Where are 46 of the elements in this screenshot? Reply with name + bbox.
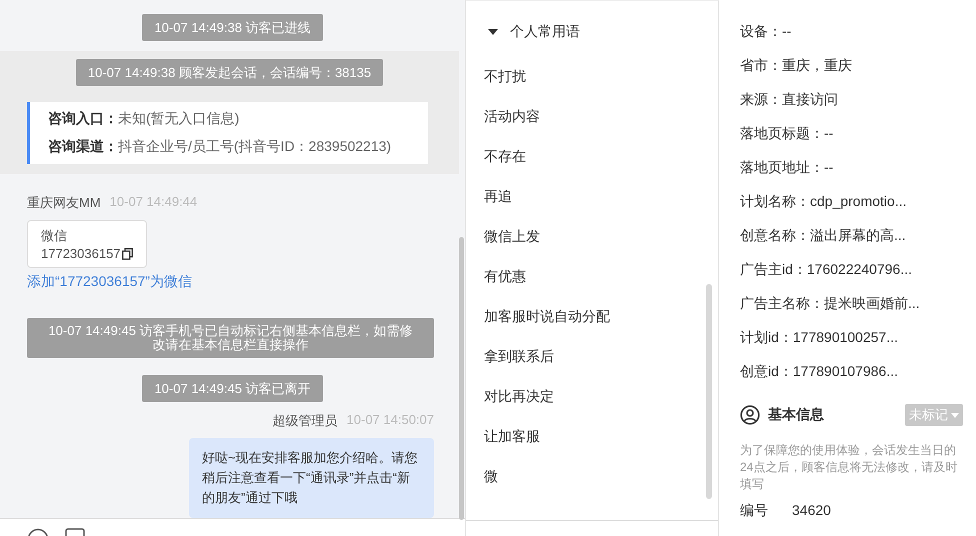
sender-name: 重庆网友MM [27,194,101,212]
phrase-item[interactable]: 不打扰 [466,56,718,96]
detail-line: 落地页标题：-- [740,124,834,143]
detail-line: 落地页地址：-- [740,158,834,177]
sender-name: 超级管理员 [272,412,338,430]
group-title[interactable]: 个人常用语 [510,23,580,41]
field-label: 编号 [740,502,768,520]
detail-line: 计划id：177890100257... [740,328,899,347]
phrase-item[interactable]: 对比再决定 [466,376,718,416]
phrase-item[interactable]: 有优惠 [466,256,718,296]
message-time: 10-07 14:50:07 [346,412,434,429]
detail-line: 来源：直接访问 [740,90,839,109]
phrase-item[interactable]: 加客服时说自动分配 [466,296,718,336]
phrase-item[interactable]: 拿到联系后 [466,336,718,376]
detail-line: 计划名称：cdp_promotio... [740,192,908,211]
detail-line: 设备：-- [740,22,792,41]
detail-line: 创意id：177890107986... [740,362,899,381]
message-bubble: 好哒~现在安排客服加您介绍哈。请您稍后注意查看一下“通讯录”并点击“新的朋友”通过下哦 [189,438,434,518]
scrollbar[interactable] [459,237,464,520]
card-title: 微信 [41,227,68,245]
user-icon [740,405,760,425]
scrollbar[interactable] [706,284,712,499]
phrase-item[interactable]: 微信上发 [466,216,718,256]
system-notice: 10-07 14:49:45 访客手机号已自动标记右侧基本信息栏，如需修改请在基本信息栏直接操作 [27,318,434,358]
system-notice: 10-07 14:49:38 访客已进线 [142,14,323,41]
info-line: 咨询渠道：抖音企业号/员工号(抖音号ID：2839502213) [48,138,392,156]
section-title: 基本信息 [768,406,825,424]
phrase-item[interactable]: 活动内容 [466,96,718,136]
system-notice: 10-07 14:49:38 顾客发起会话，会话编号：38135 [76,59,384,86]
detail-line: 创意名称：溢出屏幕的高... [740,226,907,245]
message-time: 10-07 14:49:44 [110,194,198,211]
phrase-item[interactable]: 再追 [466,176,718,216]
expanded-caret-icon[interactable] [488,27,498,37]
system-notice: 10-07 14:49:45 访客已离开 [142,375,323,402]
card-number: 17723036157 [41,245,121,263]
detail-line: 广告主名称：提米映画婚前... [740,294,921,313]
add-wechat-link[interactable]: 添加“17723036157”为微信 [27,273,192,291]
copy-icon[interactable] [122,248,133,260]
field-value: 34620 [792,502,831,520]
phrase-item[interactable]: 让加客服 [466,416,718,456]
detail-line: 广告主id：176022240796... [740,260,913,279]
info-line: 咨询入口：未知(暂无入口信息) [48,110,240,128]
hint-text: 为了保障您的使用体验，会话发生当日的24点之后，顾客信息将无法修改，请及时填写 [740,442,958,493]
phrase-item[interactable]: 不存在 [466,136,718,176]
phrase-item[interactable]: 微 [466,456,718,496]
detail-line: 省市：重庆，重庆 [740,56,853,75]
